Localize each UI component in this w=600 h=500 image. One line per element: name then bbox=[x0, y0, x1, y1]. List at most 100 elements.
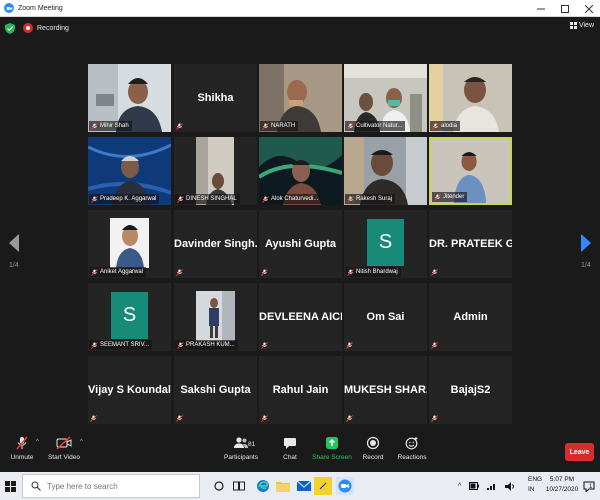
participant-label: alodia bbox=[430, 121, 461, 131]
taskbar-clock[interactable]: 5:07 PM 10/27/2020 bbox=[544, 475, 580, 495]
muted-mic-icon bbox=[431, 342, 438, 349]
mail-icon[interactable] bbox=[295, 477, 313, 495]
participant-tile[interactable]: Alok Chaturvedi... bbox=[259, 137, 342, 205]
security-shield-icon[interactable] bbox=[5, 22, 15, 34]
participant-label: Alok Chaturvedi... bbox=[260, 194, 322, 204]
video-options-caret-icon[interactable]: ^ bbox=[80, 439, 83, 445]
muted-mic-icon bbox=[91, 268, 98, 276]
input-language-indicator[interactable]: ENG IN bbox=[528, 475, 542, 495]
participant-tile[interactable]: alodia bbox=[429, 64, 512, 132]
participant-tile[interactable]: Om Sai bbox=[344, 283, 427, 351]
participant-tile[interactable]: DR. PRATEEK G... bbox=[429, 210, 512, 278]
edge-browser-icon[interactable] bbox=[254, 477, 272, 495]
participant-name: Admin bbox=[453, 311, 488, 323]
participant-tile[interactable]: Sakshi Gupta bbox=[174, 356, 257, 424]
minimize-icon bbox=[537, 8, 545, 9]
muted-mic-icon bbox=[176, 415, 183, 422]
taskbar-search[interactable] bbox=[22, 474, 200, 498]
participants-count: 81 bbox=[248, 441, 256, 448]
cortana-icon[interactable] bbox=[210, 477, 228, 495]
participant-label: Cultivator Natur... bbox=[345, 121, 406, 131]
meeting-controls-toolbar: Unmute ^ Start Video ^ Participants 81 C… bbox=[0, 430, 600, 472]
participant-label: DINESH SINGHAL bbox=[175, 194, 240, 204]
close-button[interactable] bbox=[578, 0, 600, 17]
view-label: View bbox=[578, 22, 594, 29]
participant-tile[interactable]: NARATH bbox=[259, 64, 342, 132]
participant-tile[interactable]: Pradeep K. Aggarwal bbox=[88, 137, 171, 205]
participant-tile[interactable]: Ayushi Gupta bbox=[259, 210, 342, 278]
next-page-arrow-icon[interactable] bbox=[580, 234, 592, 252]
start-video-button[interactable]: Start Video ^ bbox=[34, 436, 94, 461]
record-icon bbox=[366, 436, 380, 450]
participant-tile[interactable]: DINESH SINGHAL bbox=[174, 137, 257, 205]
participant-tile[interactable]: MUKESH SHAR... bbox=[344, 356, 427, 424]
sticky-notes-icon[interactable] bbox=[314, 477, 332, 495]
avatar-initial: S bbox=[367, 219, 404, 266]
view-button[interactable]: View bbox=[569, 22, 594, 29]
system-tray: ^ bbox=[458, 472, 523, 500]
participant-label: NARATH bbox=[260, 121, 299, 131]
participant-tile[interactable]: Rahul Jain bbox=[259, 356, 342, 424]
participant-tile[interactable]: DEVLEENA AICH bbox=[259, 283, 342, 351]
network-icon[interactable] bbox=[487, 482, 497, 490]
page-indicator-right: 1/4 bbox=[581, 262, 591, 269]
profile-picture bbox=[196, 291, 235, 341]
participant-tile[interactable]: Davinder Singh... bbox=[174, 210, 257, 278]
reactions-icon bbox=[405, 437, 418, 450]
muted-mic-icon bbox=[177, 341, 184, 349]
participant-name: DEVLEENA AICH bbox=[259, 311, 342, 323]
participant-name: Shikha bbox=[197, 92, 234, 104]
show-hidden-icons-caret-icon[interactable]: ^ bbox=[458, 483, 461, 490]
file-explorer-icon[interactable] bbox=[274, 477, 292, 495]
recording-label: Recording bbox=[37, 24, 69, 32]
search-icon bbox=[31, 481, 41, 491]
previous-page-arrow-icon[interactable] bbox=[8, 234, 20, 252]
search-input[interactable] bbox=[47, 481, 197, 491]
zoom-taskbar-icon[interactable] bbox=[336, 477, 354, 495]
close-icon bbox=[585, 4, 593, 13]
start-button[interactable] bbox=[0, 472, 20, 500]
participant-name: MUKESH SHAR... bbox=[344, 384, 427, 396]
muted-mic-icon bbox=[261, 342, 268, 349]
participant-tile[interactable]: S Nitish Bhardwaj bbox=[344, 210, 427, 278]
battery-icon[interactable] bbox=[469, 482, 480, 490]
participant-tile[interactable]: Mihir Shah bbox=[88, 64, 171, 132]
participant-tile[interactable]: PRAKASH KUM... bbox=[174, 283, 257, 351]
chat-icon bbox=[284, 438, 296, 449]
leave-button[interactable]: Leave bbox=[565, 443, 594, 461]
muted-mic-icon bbox=[262, 195, 269, 203]
participant-label: Nitish Bhardwaj bbox=[345, 267, 401, 277]
notification-center-icon[interactable]: 1 bbox=[580, 477, 598, 495]
maximize-icon bbox=[561, 4, 569, 13]
recording-icon bbox=[23, 23, 33, 33]
avatar-initial: S bbox=[111, 292, 148, 339]
muted-mic-icon bbox=[347, 268, 354, 276]
participant-name: Sakshi Gupta bbox=[180, 384, 251, 396]
participant-name: Vijay S Koundal bbox=[88, 384, 171, 396]
participant-tile[interactable]: Cultivator Natur... bbox=[344, 64, 427, 132]
participant-tile[interactable]: Vijay S Koundal bbox=[88, 356, 171, 424]
volume-icon[interactable] bbox=[505, 481, 515, 491]
muted-mic-icon bbox=[90, 415, 97, 422]
page-indicator-left: 1/4 bbox=[9, 262, 19, 269]
reactions-button[interactable]: Reactions bbox=[382, 436, 442, 461]
muted-mic-icon bbox=[176, 269, 183, 276]
participant-name: BajajS2 bbox=[450, 384, 491, 396]
participant-tile[interactable]: S SEEMANT SRIV... bbox=[88, 283, 171, 351]
minimize-button[interactable] bbox=[530, 0, 552, 17]
participant-tile[interactable]: Admin bbox=[429, 283, 512, 351]
participant-tile[interactable]: Aniket Aggarwal bbox=[88, 210, 171, 278]
muted-mic-icon bbox=[261, 269, 268, 276]
participant-label: SEEMANT SRIV... bbox=[89, 340, 153, 350]
task-view-icon[interactable] bbox=[230, 477, 248, 495]
muted-mic-icon bbox=[177, 195, 184, 203]
participant-tile[interactable]: Shikha bbox=[174, 64, 257, 132]
muted-mic-icon bbox=[431, 269, 438, 276]
active-speaker-tile[interactable]: Jitender bbox=[429, 137, 512, 205]
participant-tile[interactable]: BajajS2 bbox=[429, 356, 512, 424]
muted-mic-icon bbox=[262, 122, 269, 130]
participant-name: Ayushi Gupta bbox=[264, 238, 337, 250]
muted-mic-icon bbox=[91, 195, 98, 203]
participant-tile[interactable]: Rakesh Suraj bbox=[344, 137, 427, 205]
maximize-button[interactable] bbox=[554, 0, 576, 17]
